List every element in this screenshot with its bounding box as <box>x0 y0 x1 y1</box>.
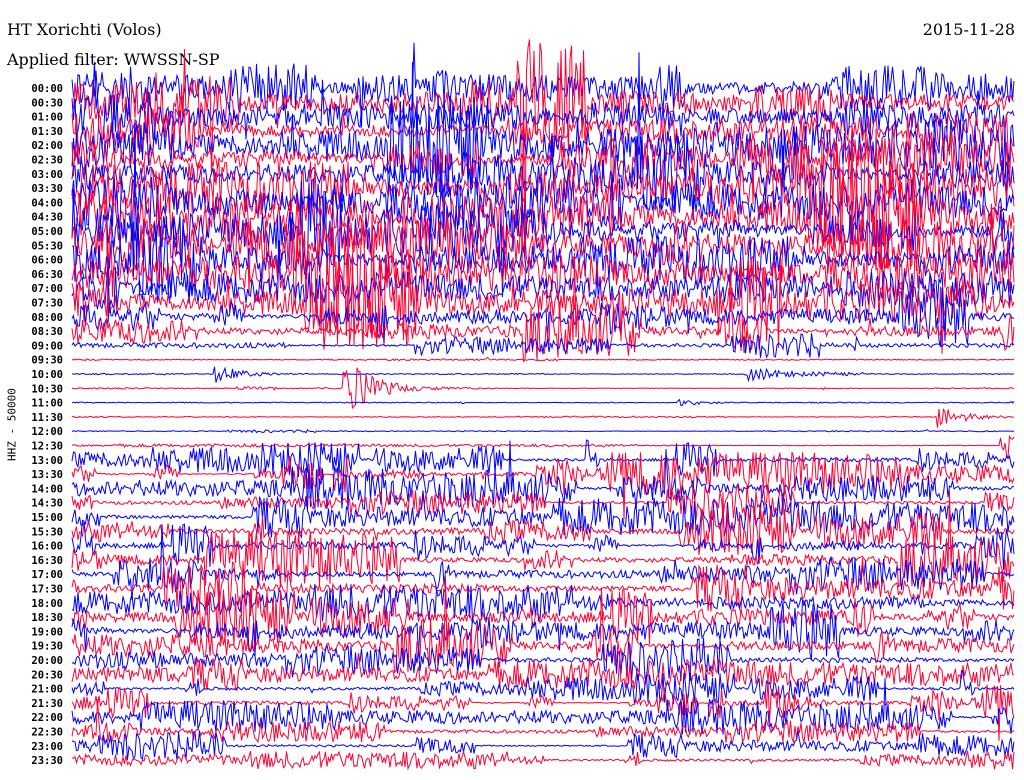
row-label: 00:00 <box>31 83 63 95</box>
trace-row-1100 <box>71 398 1015 407</box>
row-label: 20:30 <box>31 669 63 681</box>
row-label: 21:00 <box>31 684 63 696</box>
row-label: 10:00 <box>31 369 63 381</box>
row-label: 03:30 <box>31 183 63 195</box>
row-label: 11:30 <box>31 412 63 424</box>
row-label: 18:00 <box>31 598 63 610</box>
row-label: 02:30 <box>31 155 63 167</box>
row-label: 09:00 <box>31 340 63 352</box>
trace-row-1200 <box>71 429 1015 434</box>
row-label: 03:00 <box>31 169 63 181</box>
row-label: 01:00 <box>31 112 63 124</box>
row-label: 12:30 <box>31 441 63 453</box>
row-label: 23:00 <box>31 741 63 753</box>
row-label: 00:30 <box>31 97 63 109</box>
row-label: 20:00 <box>31 655 63 667</box>
row-label: 19:00 <box>31 626 63 638</box>
row-label: 01:30 <box>31 126 63 138</box>
row-label: 04:30 <box>31 212 63 224</box>
row-label: 07:30 <box>31 298 63 310</box>
trace-row-1430 <box>71 483 1015 522</box>
trace-row-1130 <box>71 408 1015 428</box>
row-label: 19:30 <box>31 641 63 653</box>
trace-row-2330 <box>71 749 1015 771</box>
row-label: 12:00 <box>31 426 63 438</box>
row-label: 06:30 <box>31 269 63 281</box>
row-label: 10:30 <box>31 383 63 395</box>
row-label: 14:00 <box>31 483 63 495</box>
trace-row-1000 <box>71 366 1015 383</box>
row-label: 16:00 <box>31 541 63 553</box>
row-label: 15:00 <box>31 512 63 524</box>
row-label: 05:30 <box>31 240 63 252</box>
row-label: 07:00 <box>31 283 63 295</box>
row-label: 09:30 <box>31 355 63 367</box>
row-label: 08:30 <box>31 326 63 338</box>
row-label: 05:00 <box>31 226 63 238</box>
row-label: 02:00 <box>31 140 63 152</box>
row-label: 13:30 <box>31 469 63 481</box>
row-label: 08:00 <box>31 312 63 324</box>
row-label: 15:30 <box>31 526 63 538</box>
row-label: 22:30 <box>31 727 63 739</box>
row-label: 06:00 <box>31 255 63 267</box>
helicorder-plot: 00:00 00:30 01:00 01:30 02:00 02:30 03:00 03:30… <box>31 39 1015 771</box>
trace-row-0930 <box>71 356 1014 362</box>
row-labels: 00:00 00:30 01:00 01:30 02:00 02:30 03:00 03:30… <box>31 83 63 767</box>
row-label: 23:30 <box>31 755 63 767</box>
row-label: 17:00 <box>31 569 63 581</box>
row-label: 04:00 <box>31 197 63 209</box>
row-label: 14:30 <box>31 498 63 510</box>
row-label: 16:30 <box>31 555 63 567</box>
row-label: 17:30 <box>31 584 63 596</box>
trace-row-1230 <box>72 434 1015 460</box>
row-label: 22:00 <box>31 712 63 724</box>
row-label: 21:30 <box>31 698 63 710</box>
row-label: 11:00 <box>31 398 63 410</box>
row-label: 13:00 <box>31 455 63 467</box>
row-label: 18:30 <box>31 612 63 624</box>
traces <box>71 39 1015 771</box>
